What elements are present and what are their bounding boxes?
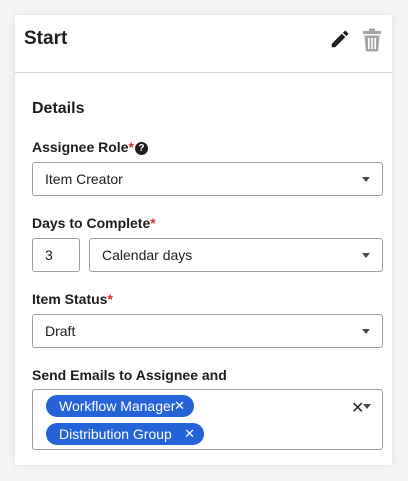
card-title: Start	[24, 28, 68, 49]
send-emails-multiselect[interactable]: Workflow Manager ✕ Distribution Group ✕ …	[32, 389, 383, 450]
days-to-complete-label: Days to Complete*	[32, 215, 156, 231]
chip-label: Distribution Group	[59, 426, 172, 442]
chip-distribution-group: Distribution Group ✕	[46, 423, 204, 445]
chip-remove-icon[interactable]: ✕	[174, 395, 185, 417]
details-heading: Details	[32, 100, 85, 117]
trash-icon	[363, 28, 381, 52]
chevron-down-icon	[362, 329, 370, 334]
start-step-card: Start Details Assignee Role*? Item Creat…	[15, 15, 392, 465]
assignee-role-value: Item Creator	[45, 171, 123, 187]
delete-button[interactable]	[361, 28, 383, 52]
chip-workflow-manager: Workflow Manager ✕	[46, 395, 194, 417]
chip-remove-icon[interactable]: ✕	[184, 423, 195, 445]
edit-button[interactable]	[329, 28, 351, 50]
required-mark: *	[150, 215, 156, 231]
days-number-input[interactable]: 3	[32, 238, 80, 272]
assignee-role-select[interactable]: Item Creator	[32, 162, 383, 196]
required-mark: *	[128, 139, 134, 155]
chevron-down-icon[interactable]	[363, 404, 371, 409]
chip-label: Workflow Manager	[59, 398, 176, 414]
item-status-label: Item Status*	[32, 291, 113, 307]
pencil-icon	[331, 30, 349, 48]
card-header: Start	[15, 15, 392, 73]
days-unit-value: Calendar days	[102, 247, 193, 263]
required-mark: *	[107, 291, 113, 307]
assignee-role-label: Assignee Role*?	[32, 139, 148, 155]
assignee-role-label-text: Assignee Role	[32, 139, 129, 155]
days-number-value: 3	[45, 247, 53, 263]
item-status-select[interactable]: Draft	[32, 314, 383, 348]
help-icon[interactable]: ?	[134, 142, 148, 155]
chevron-down-icon	[362, 177, 370, 182]
days-unit-select[interactable]: Calendar days	[89, 238, 383, 272]
item-status-label-text: Item Status	[32, 291, 108, 307]
item-status-value: Draft	[45, 323, 76, 339]
days-to-complete-label-text: Days to Complete	[32, 215, 151, 231]
chevron-down-icon	[362, 253, 370, 258]
send-emails-label: Send Emails to Assignee and	[32, 367, 227, 383]
